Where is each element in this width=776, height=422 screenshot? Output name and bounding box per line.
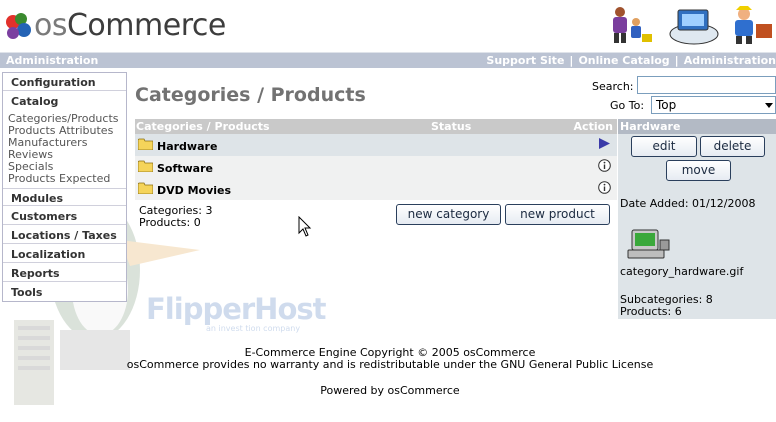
- col-status: Status: [431, 120, 472, 133]
- search-input[interactable]: [637, 76, 776, 94]
- admin-bar: Administration Support Site | Online Catal…: [0, 52, 776, 68]
- row-name[interactable]: DVD Movies: [157, 184, 231, 197]
- col-categories-products: Categories / Products: [136, 120, 270, 133]
- page-title: Categories / Products: [135, 84, 366, 106]
- move-button[interactable]: move: [666, 160, 731, 181]
- header-illustrations: [606, 4, 776, 46]
- menu-tools[interactable]: Tools: [3, 283, 126, 301]
- mouse-cursor-icon: [298, 216, 312, 237]
- admin-bar-links: Support Site | Online Catalog | Administrati…: [486, 54, 776, 67]
- table-row-software[interactable]: Software: [135, 156, 617, 178]
- edit-button[interactable]: edit: [631, 136, 697, 157]
- menu-catalog[interactable]: Catalog: [3, 92, 126, 110]
- chevron-down-icon: [765, 103, 773, 108]
- menu-reports[interactable]: Reports: [3, 264, 126, 282]
- logo-balls-icon: [6, 13, 31, 39]
- footer-copyright: E-Commerce Engine Copyright © 2005 osCom…: [100, 347, 680, 371]
- new-category-button[interactable]: new category: [396, 204, 501, 225]
- col-action: Action: [573, 120, 613, 133]
- goto-label: Go To:: [610, 99, 645, 112]
- support-site-link[interactable]: Support Site: [486, 54, 564, 67]
- folder-icon: [138, 160, 153, 172]
- goto-select[interactable]: Top: [651, 96, 776, 114]
- menu-locations-taxes[interactable]: Locations / Taxes: [3, 226, 126, 244]
- menu-products-expected[interactable]: Products Expected: [8, 173, 119, 185]
- administration-link[interactable]: Administration: [684, 54, 776, 67]
- info-icon[interactable]: [598, 181, 611, 194]
- info-products-count: Products: 6: [620, 305, 682, 318]
- table-row-hardware[interactable]: Hardware: [135, 134, 617, 156]
- delete-button[interactable]: delete: [700, 136, 765, 157]
- row-name[interactable]: Software: [157, 162, 213, 175]
- admin-bar-title: Administration: [6, 54, 99, 67]
- products-count: Products: 0: [139, 216, 201, 229]
- category-image-name: category_hardware.gif: [620, 265, 744, 278]
- info-box-heading: Hardware: [618, 119, 776, 134]
- left-menu: Configuration Catalog Categories/Product…: [2, 72, 127, 302]
- folder-icon: [138, 138, 153, 150]
- menu-modules[interactable]: Modules: [3, 188, 126, 206]
- date-added: Date Added: 01/12/2008: [620, 197, 756, 210]
- info-icon[interactable]: [598, 159, 611, 172]
- online-catalog-link[interactable]: Online Catalog: [578, 54, 669, 67]
- footer-line2: osCommerce provides no warranty and is r…: [126, 358, 654, 371]
- table-row-dvd-movies[interactable]: DVD Movies: [135, 178, 617, 200]
- powered-by: Powered by osCommerce: [320, 384, 460, 397]
- arrow-right-icon[interactable]: [598, 137, 611, 150]
- row-name[interactable]: Hardware: [157, 140, 217, 153]
- listing-header: Categories / Products Status Action: [135, 119, 617, 134]
- info-box: Hardware edit delete move Date Added: 01…: [618, 119, 776, 319]
- logo-text: osCommerce: [34, 8, 226, 43]
- hardware-computer-icon: [627, 229, 670, 259]
- header-people-icon: [613, 6, 772, 45]
- menu-configuration[interactable]: Configuration: [3, 73, 126, 91]
- listing-stats: Categories: 3 Products: 0: [139, 205, 213, 229]
- catalog-submenu: Categories/Products Products Attributes …: [8, 113, 119, 185]
- new-product-button[interactable]: new product: [505, 204, 610, 225]
- watermark-brand: FlipperHost: [146, 292, 326, 326]
- menu-customers[interactable]: Customers: [3, 207, 126, 225]
- search-label: Search:: [592, 80, 634, 93]
- oscommerce-logo[interactable]: osCommerce: [4, 6, 226, 44]
- menu-localization[interactable]: Localization: [3, 245, 126, 263]
- folder-icon: [138, 182, 153, 194]
- watermark-tagline: an invest tion company: [206, 324, 301, 333]
- goto-selected-value: Top: [656, 98, 677, 112]
